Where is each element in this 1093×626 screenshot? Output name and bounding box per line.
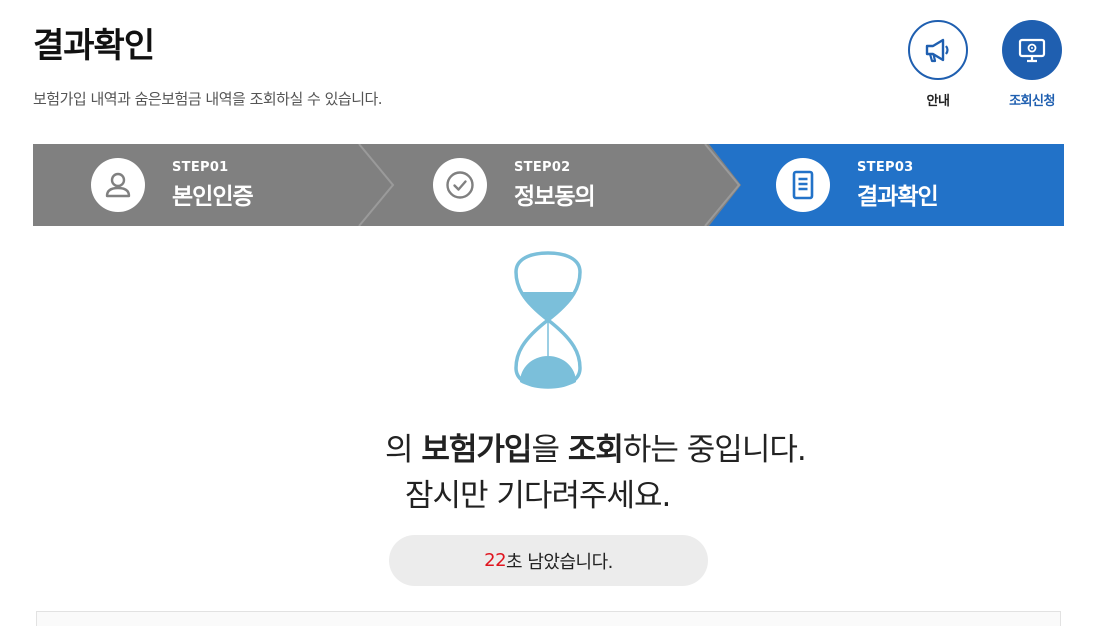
loading-message-line2: 잠시만 기다려주세요. xyxy=(405,478,671,514)
page-title: 결과확인 xyxy=(33,26,155,66)
step-1-name: 본인인증 xyxy=(172,183,254,210)
step-2: STEP02 정보동의 xyxy=(433,144,596,226)
inquiry-request-label: 조회신청 xyxy=(1009,94,1055,109)
guide-label: 안내 xyxy=(926,94,950,109)
document-icon xyxy=(776,158,830,212)
page-subtitle: 보험가입 내역과 숨은보험금 내역을 조회하실 수 있습니다. xyxy=(33,90,383,108)
top-actions: 안내 조회신청 xyxy=(907,20,1063,109)
countdown-timer: 22 초 남았습니다. xyxy=(389,535,708,586)
megaphone-icon xyxy=(908,20,968,80)
step-progress-bar: STEP01 본인인증 STEP02 정보동의 STEP03 결과확인 xyxy=(33,144,1064,226)
inquiry-request-button[interactable]: 조회신청 xyxy=(1001,20,1063,109)
result-panel xyxy=(36,611,1061,626)
check-circle-icon xyxy=(433,158,487,212)
step-3-name: 결과확인 xyxy=(857,183,939,210)
step-1-number: STEP01 xyxy=(172,159,229,175)
step-3-number: STEP03 xyxy=(857,159,914,175)
message-keyword-insurance: 보험가입 xyxy=(421,432,532,468)
message-suffix: 하는 중입니다. xyxy=(622,432,807,468)
hourglass-icon xyxy=(512,250,584,394)
step-2-number: STEP02 xyxy=(514,159,571,175)
step-2-name: 정보동의 xyxy=(514,183,596,210)
guide-button[interactable]: 안내 xyxy=(907,20,969,109)
message-mid: 을 xyxy=(531,432,568,468)
monitor-icon xyxy=(1002,20,1062,80)
step-3: STEP03 결과확인 xyxy=(776,144,939,226)
message-keyword-inquiry: 조회 xyxy=(567,432,624,468)
step-1: STEP01 본인인증 xyxy=(91,144,254,226)
timer-suffix: 초 남았습니다. xyxy=(506,551,613,573)
loading-message-line1: 의 보험가입을 조회하는 중입니다. xyxy=(385,424,807,469)
person-icon xyxy=(91,158,145,212)
message-prefix: 의 xyxy=(385,432,422,468)
timer-seconds: 22 xyxy=(484,550,507,571)
